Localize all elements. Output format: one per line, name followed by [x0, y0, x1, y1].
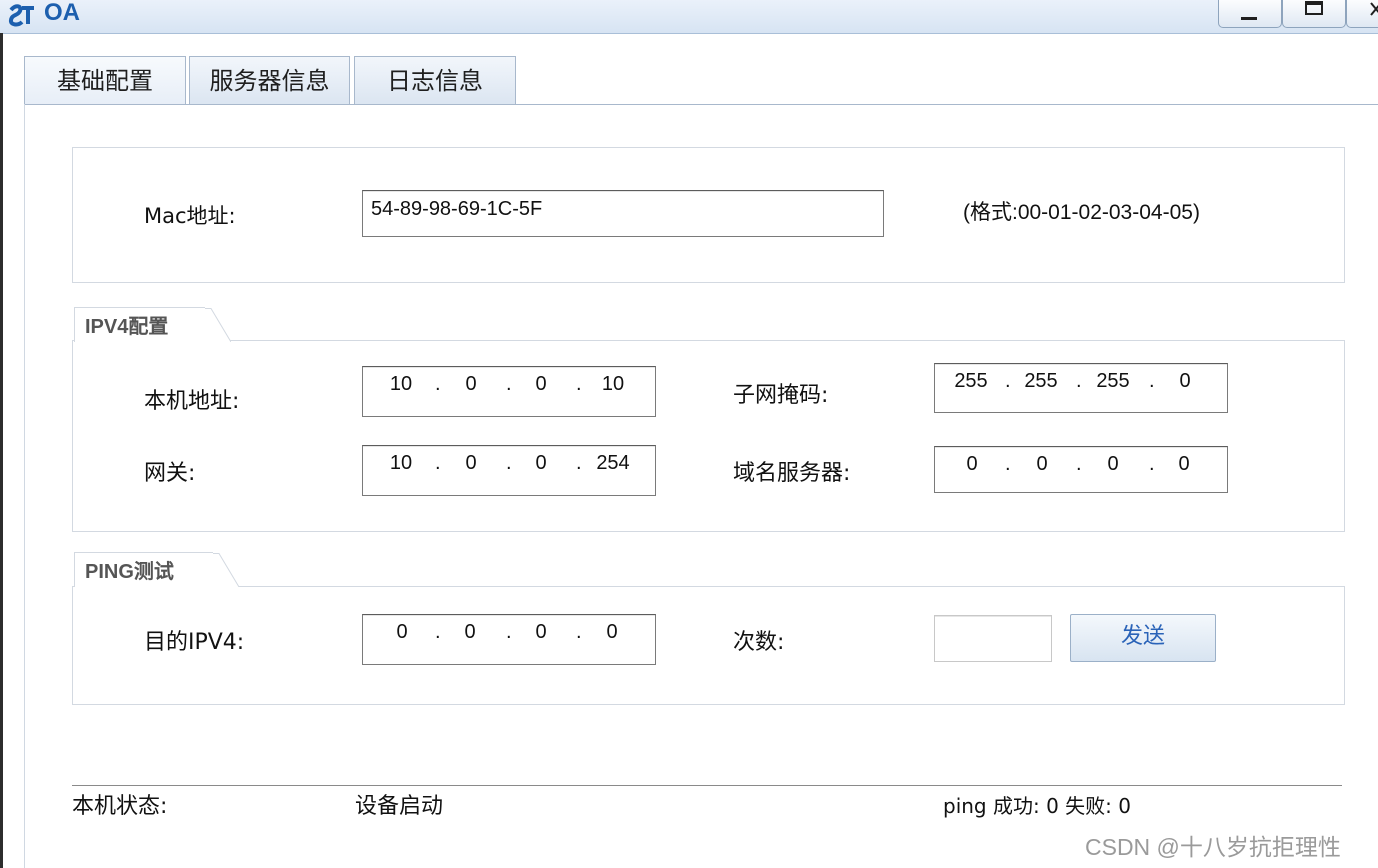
panel-border: [24, 104, 25, 868]
maximize-button[interactable]: [1282, 0, 1346, 28]
ip-octet[interactable]: 254: [591, 452, 635, 475]
local-ip-label: 本机地址:: [144, 389, 240, 414]
group-tab-slant: [205, 308, 231, 342]
ip-octet[interactable]: 0: [455, 621, 485, 644]
ip-octet[interactable]: 0: [957, 453, 987, 476]
ip-octet[interactable]: 10: [383, 452, 419, 475]
minimize-icon: [1241, 17, 1257, 20]
mac-format-hint: (格式:00-01-02-03-04-05): [963, 201, 1200, 224]
ip-dot: .: [576, 373, 582, 395]
ipv4-group-title: IPV4配置: [74, 307, 231, 342]
ip-octet[interactable]: 0: [523, 452, 559, 475]
local-ip-input[interactable]: 10 . 0 . 0 . 10: [362, 366, 656, 417]
target-ip-input[interactable]: 0 . 0 . 0 . 0: [362, 614, 656, 665]
ip-octet[interactable]: 0: [453, 452, 489, 475]
window-edge: [0, 33, 3, 868]
ping-group-title: PING测试: [74, 552, 239, 587]
ip-dot: .: [506, 452, 512, 474]
ping-result: ping 成功: 0 失败: 0: [943, 794, 1131, 818]
mac-label: Mac地址:: [144, 204, 236, 228]
ip-dot: .: [1076, 370, 1082, 392]
ip-octet[interactable]: 0: [1027, 453, 1057, 476]
status-value: 设备启动: [355, 794, 444, 819]
ip-octet[interactable]: 255: [1021, 370, 1061, 393]
ip-octet[interactable]: 0: [453, 373, 489, 396]
mac-input[interactable]: 54-89-98-69-1C-5F: [362, 190, 884, 237]
ip-octet[interactable]: 0: [1098, 453, 1128, 476]
app-logo-icon: [8, 4, 34, 27]
ip-octet[interactable]: 255: [1093, 370, 1133, 393]
ip-dot: .: [576, 452, 582, 474]
count-label: 次数:: [733, 630, 785, 655]
tab-strip-divider: [24, 104, 1378, 105]
count-input[interactable]: [934, 615, 1052, 662]
mac-value: 54-89-98-69-1C-5F: [371, 198, 543, 220]
ip-dot: .: [1005, 453, 1011, 475]
ip-dot: .: [435, 621, 441, 643]
ipv4-group-label: IPV4配置: [85, 316, 169, 338]
ip-octet[interactable]: 0: [597, 621, 627, 644]
ip-octet[interactable]: 0: [1167, 370, 1203, 393]
maximize-icon: [1305, 1, 1323, 15]
ip-octet[interactable]: 10: [383, 373, 419, 396]
ip-octet[interactable]: 10: [595, 373, 631, 396]
close-icon: [1370, 2, 1378, 16]
tab-server-info[interactable]: 服务器信息: [189, 56, 350, 105]
gateway-input[interactable]: 10 . 0 . 0 . 254: [362, 445, 656, 496]
subnet-input[interactable]: 255 . 255 . 255 . 0: [934, 363, 1228, 413]
subnet-label: 子网掩码:: [733, 383, 829, 408]
send-button[interactable]: 发送: [1070, 614, 1216, 662]
ip-octet[interactable]: 0: [387, 621, 417, 644]
ip-dot: .: [1149, 370, 1155, 392]
ip-dot: .: [576, 621, 582, 643]
status-divider: [72, 785, 1342, 786]
ip-octet[interactable]: 0: [1169, 453, 1199, 476]
minimize-button[interactable]: [1218, 0, 1282, 28]
target-ip-label: 目的IPV4:: [144, 630, 245, 655]
title-bar: OA: [0, 0, 1378, 34]
dns-label: 域名服务器:: [733, 461, 851, 486]
ip-dot: .: [506, 621, 512, 643]
ip-dot: .: [435, 373, 441, 395]
tab-basic-config[interactable]: 基础配置: [24, 56, 186, 105]
ip-dot: .: [506, 373, 512, 395]
ip-dot: .: [435, 452, 441, 474]
watermark: CSDN @十八岁抗拒理性: [1085, 834, 1341, 860]
group-tab-slant: [213, 553, 239, 587]
ip-octet[interactable]: 0: [526, 621, 556, 644]
ip-octet[interactable]: 255: [951, 370, 991, 393]
ip-dot: .: [1005, 370, 1011, 392]
ping-group-label: PING测试: [85, 561, 174, 583]
ip-dot: .: [1149, 453, 1155, 475]
ip-dot: .: [1076, 453, 1082, 475]
window-title: OA: [44, 0, 80, 26]
ip-octet[interactable]: 0: [523, 373, 559, 396]
gateway-label: 网关:: [144, 461, 196, 486]
dns-input[interactable]: 0 . 0 . 0 . 0: [934, 446, 1228, 493]
tab-log-info[interactable]: 日志信息: [354, 56, 516, 105]
status-label: 本机状态:: [72, 794, 168, 819]
close-button[interactable]: [1346, 0, 1378, 28]
